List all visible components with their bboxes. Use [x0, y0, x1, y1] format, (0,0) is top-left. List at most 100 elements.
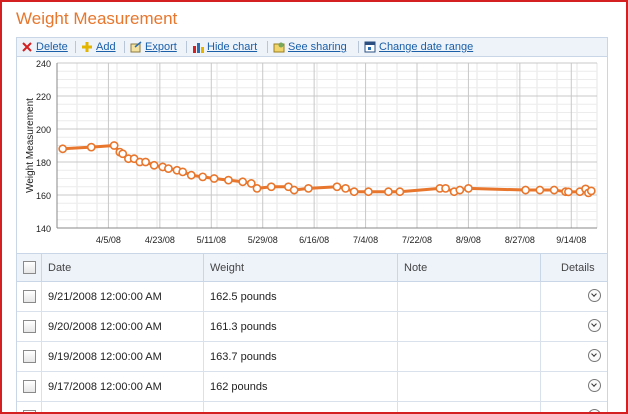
date-cell: 9/21/2008 12:00:00 AM [41, 281, 204, 312]
toolbar-separator [358, 41, 359, 53]
data-point [341, 183, 350, 193]
details-cell [540, 371, 607, 402]
note-cell [397, 401, 541, 412]
date-cell: 9/12/2008 12:00:00 AM [41, 401, 204, 412]
toolbar: Delete Add Export Hide chart See sharing… [16, 37, 608, 57]
add-button[interactable]: Add [81, 40, 116, 54]
x-tick-label: 6/16/08 [299, 235, 329, 245]
row-select-cell [17, 341, 42, 372]
hide-chart-label: Hide chart [207, 41, 258, 53]
table-row[interactable]: 9/20/2008 12:00:00 AM 161.3 pounds [17, 311, 607, 342]
add-label: Add [96, 41, 116, 53]
data-point [564, 187, 573, 197]
details-cell [540, 311, 607, 342]
data-point [149, 160, 159, 170]
page-title: Weight Measurement [16, 9, 178, 28]
series-line [62, 144, 593, 195]
row-checkbox[interactable] [23, 410, 36, 412]
data-point [178, 167, 188, 177]
hide-chart-button[interactable]: Hide chart [192, 40, 257, 54]
export-icon [130, 41, 142, 53]
data-point [266, 182, 276, 192]
data-point [164, 164, 173, 173]
data-point [332, 182, 342, 192]
y-tick-label: 200 [36, 125, 51, 135]
data-point [252, 183, 262, 193]
data-point [141, 157, 150, 167]
data-point [395, 187, 405, 197]
date-cell: 9/19/2008 12:00:00 AM [41, 341, 204, 372]
window-frame: Weight Measurement Delete Add Export Hid… [0, 0, 628, 414]
data-point [364, 187, 373, 197]
table-row[interactable]: 9/12/2008 12:00:00 AM161.9 pounds [17, 401, 607, 412]
export-button[interactable]: Export [130, 40, 177, 54]
row-checkbox[interactable] [23, 290, 36, 303]
data-point [586, 186, 596, 196]
table-row[interactable]: 9/21/2008 12:00:00 AM 162.5 pounds [17, 281, 607, 312]
expand-details-icon[interactable] [588, 288, 601, 302]
data-point [304, 183, 313, 193]
column-header-note[interactable]: Note [397, 254, 541, 282]
note-cell [397, 281, 541, 312]
y-tick-label: 140 [36, 224, 51, 234]
date-cell: 9/17/2008 12:00:00 AM [41, 371, 204, 402]
column-header-weight[interactable]: Weight [203, 254, 398, 282]
y-tick-label: 220 [36, 92, 51, 102]
select-all-cell [17, 254, 42, 282]
calendar-icon [364, 41, 376, 53]
sharing-icon [273, 41, 285, 53]
data-point [455, 185, 465, 195]
change-date-range-label: Change date range [379, 41, 474, 53]
table-row[interactable]: 9/17/2008 12:00:00 AM 162 pounds [17, 371, 607, 402]
row-checkbox[interactable] [23, 350, 36, 363]
change-date-range-button[interactable]: Change date range [364, 40, 473, 54]
data-point [549, 185, 559, 195]
measurement-grid: Date Weight Note Details 9/21/2008 12:00… [16, 254, 608, 412]
delete-button[interactable]: Delete [21, 40, 68, 54]
weight-cell: 162 pounds [203, 371, 398, 402]
x-tick-label: 7/4/08 [353, 235, 378, 245]
weight-chart-svg: 140 160 180 200 220 240 4/5/08 4/23/08 5/11/08 5/… [25, 59, 598, 245]
note-cell [397, 341, 541, 372]
data-point [198, 172, 208, 182]
date-cell: 9/20/2008 12:00:00 AM [41, 311, 204, 342]
measurement-table: Date Weight Note Details 9/21/2008 12:00… [17, 254, 607, 412]
table-row[interactable]: 9/19/2008 12:00:00 AM 163.7 pounds [17, 341, 607, 372]
note-cell [397, 371, 541, 402]
data-point [464, 183, 473, 193]
row-select-cell [17, 311, 42, 342]
row-checkbox[interactable] [23, 320, 36, 333]
x-tick-label: 8/27/08 [505, 235, 535, 245]
data-point [224, 175, 233, 185]
data-point [58, 144, 68, 154]
select-all-checkbox[interactable] [23, 261, 36, 274]
delete-label: Delete [36, 41, 68, 53]
column-header-date[interactable]: Date [41, 254, 204, 282]
x-tick-label: 7/22/08 [402, 235, 432, 245]
expand-details-icon[interactable] [588, 318, 601, 332]
x-tick-label: 5/11/08 [197, 235, 226, 245]
delete-icon [21, 41, 33, 53]
data-point [86, 142, 96, 152]
column-header-details[interactable]: Details [540, 254, 607, 282]
see-sharing-button[interactable]: See sharing [273, 40, 347, 54]
details-cell [540, 341, 607, 372]
expand-details-icon[interactable] [588, 408, 601, 412]
expand-details-icon[interactable] [588, 348, 601, 362]
y-tick-label: 240 [36, 59, 51, 69]
data-point [384, 187, 393, 197]
y-tick-label: 160 [36, 191, 51, 201]
weight-cell: 162.5 pounds [203, 281, 398, 312]
toolbar-separator [124, 41, 125, 53]
weight-cell: 161.3 pounds [203, 311, 398, 342]
export-label: Export [145, 41, 177, 53]
expand-details-icon[interactable] [588, 378, 601, 392]
data-point [109, 141, 119, 150]
weight-cell: 161.9 pounds [203, 401, 398, 412]
y-tick-label: 180 [36, 158, 51, 168]
data-point [441, 183, 450, 193]
bar-chart-icon [192, 41, 204, 53]
weight-chart: 140 160 180 200 220 240 4/5/08 4/23/08 5/11/08 5/… [16, 57, 608, 254]
row-checkbox[interactable] [23, 380, 36, 393]
note-cell [397, 311, 541, 342]
